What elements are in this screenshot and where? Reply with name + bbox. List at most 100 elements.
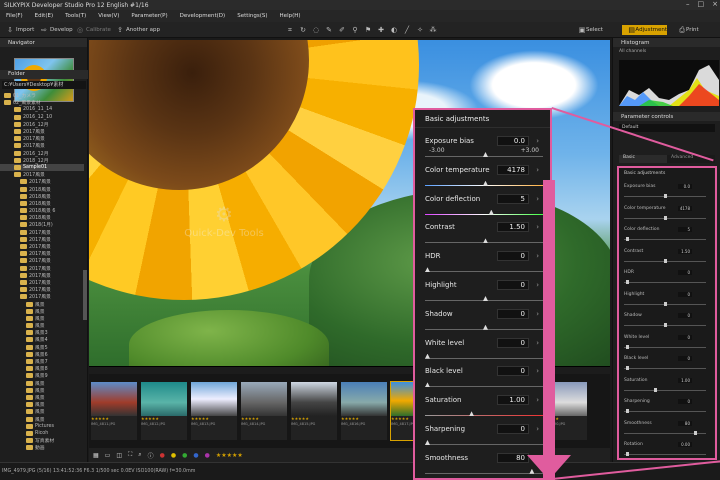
grid-view-icon[interactable]: ▦ <box>93 452 99 459</box>
folder-item[interactable]: 2017風景 <box>0 293 84 300</box>
value-stepper-icon[interactable]: › <box>536 223 539 231</box>
folder-item[interactable]: 2017風景 <box>0 171 84 178</box>
navigator-header[interactable]: Navigator <box>0 38 87 47</box>
menu-edit[interactable]: Edit(E) <box>35 13 53 19</box>
popout-slider-knob[interactable] <box>529 468 535 474</box>
folder-item[interactable]: 風景 <box>0 394 84 401</box>
another-app-button[interactable]: ⇪ Another app <box>116 25 160 35</box>
fullscreen-icon[interactable]: ⛶ <box>128 451 132 459</box>
star-rating-icon[interactable]: ★★★★★ <box>216 452 243 459</box>
folder-path[interactable]: C:¥Users¥Desktop¥素材 <box>2 81 86 89</box>
eyedropper-icon[interactable]: ⚲ <box>351 26 359 34</box>
popout-slider-track[interactable] <box>425 357 543 359</box>
folder-item[interactable]: 2017風景 <box>0 229 84 236</box>
folder-item[interactable]: 風景 <box>0 308 84 315</box>
folder-item[interactable]: 風景 <box>0 408 84 415</box>
folder-item[interactable]: 2018風景 <box>0 200 84 207</box>
folder-item[interactable]: 2017風景 <box>0 135 84 142</box>
popout-slider-knob[interactable] <box>483 180 488 186</box>
value-stepper-icon[interactable]: › <box>536 195 539 203</box>
folder-item[interactable]: 風景9 <box>0 372 84 379</box>
value-stepper-icon[interactable]: › <box>536 310 539 318</box>
popout-value-field[interactable]: 0 <box>497 337 529 348</box>
yellow-label-icon[interactable]: ● <box>171 452 176 459</box>
folder-item[interactable]: 2018風景 <box>0 193 84 200</box>
popout-slider-knob[interactable] <box>469 411 475 417</box>
select-button[interactable]: ▣ Select <box>578 25 614 35</box>
single-view-icon[interactable]: ▭ <box>105 452 111 459</box>
maximize-icon[interactable]: □ <box>698 0 705 8</box>
popout-value-field[interactable]: 1.00 <box>497 395 529 406</box>
folder-item[interactable]: 02_風景素材 <box>0 99 84 106</box>
stamp-icon[interactable]: ⚑ <box>364 26 372 34</box>
popout-slider-knob[interactable] <box>425 440 430 445</box>
folder-item[interactable]: 2018風景 <box>0 214 84 221</box>
popout-value-field[interactable]: 0 <box>497 424 529 434</box>
popout-value-field[interactable]: 0 <box>497 308 529 319</box>
popout-slider-knob[interactable] <box>483 296 488 301</box>
value-stepper-icon[interactable]: › <box>536 396 539 404</box>
tab-basic[interactable]: Basic <box>619 155 667 163</box>
popout-value-field[interactable]: 0.0 <box>497 136 529 146</box>
value-stepper-icon[interactable]: › <box>536 281 539 289</box>
popout-value-field[interactable]: 80 <box>497 452 529 463</box>
folder-item[interactable]: 2017風景 <box>0 257 84 264</box>
filmstrip-thumbnail[interactable]: ★★★★★ IMG_4813.JPG <box>191 382 237 440</box>
close-icon[interactable]: × <box>712 0 718 8</box>
folder-item[interactable]: 風景3 <box>0 329 84 336</box>
folder-item[interactable]: 動画 <box>0 444 84 451</box>
preset-select[interactable]: Default <box>619 124 715 132</box>
folder-item[interactable]: 写真素材 <box>0 437 84 444</box>
info-icon[interactable]: ⓘ <box>148 451 154 460</box>
folder-header[interactable]: Folder <box>0 70 88 79</box>
menu-tools[interactable]: Tools(T) <box>65 13 86 19</box>
sample-icon[interactable]: ⁂ <box>429 26 437 34</box>
popout-slider-track[interactable] <box>425 386 543 388</box>
crop-icon[interactable]: ⌗ <box>286 26 294 34</box>
folder-item[interactable]: 2017風景 <box>0 265 84 272</box>
zoom-icon[interactable]: ⌕ <box>138 451 141 459</box>
spot-icon[interactable]: ◌ <box>312 26 320 34</box>
brush-icon[interactable]: ✎ <box>325 26 333 34</box>
folder-item[interactable]: 2016_12月 <box>0 121 84 128</box>
folder-item[interactable]: Sample01 <box>0 163 84 172</box>
folder-item[interactable]: 風景 <box>0 387 84 394</box>
popout-slider-knob[interactable] <box>488 209 494 215</box>
folder-item[interactable]: 2018(1月) <box>0 221 84 228</box>
popout-slider-track[interactable] <box>425 472 543 474</box>
folder-item[interactable]: 風景 <box>0 300 84 308</box>
menu-file[interactable]: File(F) <box>6 13 23 19</box>
popout-value-field[interactable]: 0 <box>497 251 529 262</box>
folder-item[interactable]: 01_カメラ <box>0 92 84 99</box>
folder-item[interactable]: 2017風景 <box>0 286 84 293</box>
red-label-icon[interactable]: ● <box>160 452 165 459</box>
menu-development[interactable]: Development(D) <box>180 13 226 19</box>
folder-item[interactable]: 2017風景 <box>0 236 84 243</box>
folder-item[interactable]: 2018風景 <box>0 185 84 193</box>
parameter-header[interactable]: Parameter controls <box>613 112 720 121</box>
folder-item[interactable]: 2017風景 <box>0 128 84 135</box>
popout-slider-track[interactable] <box>425 444 543 445</box>
green-label-icon[interactable]: ● <box>182 452 187 459</box>
tree-scrollbar[interactable] <box>83 270 87 320</box>
popout-slider-track[interactable] <box>425 415 543 417</box>
folder-item[interactable]: 2016_12月 <box>0 150 84 157</box>
folder-item[interactable]: 風景 <box>0 415 84 423</box>
compare-icon[interactable]: ◫ <box>116 452 122 459</box>
filmstrip-thumbnail[interactable]: ★★★★★ IMG_4815.JPG <box>291 382 337 440</box>
popout-value-field[interactable]: 5 <box>497 193 529 204</box>
popout-value-field[interactable]: 4178 <box>497 164 529 175</box>
popout-value-field[interactable]: 1.50 <box>497 222 529 233</box>
popout-slider-knob[interactable] <box>483 238 488 244</box>
value-stepper-icon[interactable]: › <box>536 367 539 375</box>
folder-item[interactable]: 2017風景 <box>0 142 84 149</box>
folder-item[interactable]: Ricoh <box>0 430 84 437</box>
print-button[interactable]: ⎙ Print <box>672 25 712 35</box>
histogram-header[interactable]: Histogram <box>613 38 720 47</box>
folder-item[interactable]: 2017風景 <box>0 279 84 286</box>
value-stepper-icon[interactable]: › <box>536 252 539 260</box>
popout-slider-knob[interactable] <box>483 324 488 330</box>
rotate-icon[interactable]: ↻ <box>299 26 307 34</box>
menu-view[interactable]: View(V) <box>98 13 119 19</box>
folder-item[interactable]: 2016_11_14 <box>0 106 84 113</box>
